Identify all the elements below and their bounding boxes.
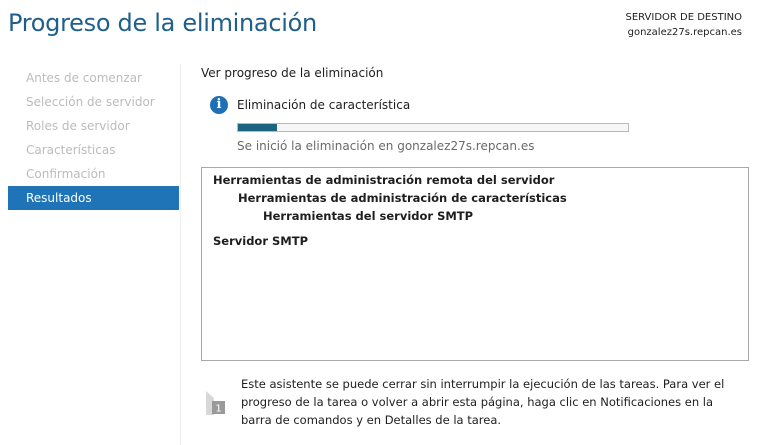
- nav-item-seleccion-de-servidor[interactable]: Selección de servidor: [8, 90, 179, 114]
- status-title: Eliminación de característica: [237, 98, 411, 112]
- destination-server-name: gonzalez27s.repcan.es: [627, 27, 742, 38]
- result-item: Herramientas del servidor SMTP: [263, 209, 474, 223]
- section-heading: Ver progreso de la eliminación: [201, 66, 384, 80]
- result-item: Herramientas de administración de caract…: [238, 191, 567, 205]
- wizard-nav: Antes de comenzar Selección de servidor …: [8, 66, 179, 210]
- nav-item-confirmacion[interactable]: Confirmación: [8, 162, 179, 186]
- nav-divider: [180, 64, 181, 445]
- nav-item-caracteristicas[interactable]: Características: [8, 138, 179, 162]
- nav-item-resultados[interactable]: Resultados: [8, 186, 179, 210]
- page-title: Progreso de la eliminación: [8, 9, 317, 37]
- info-note: Este asistente se puede cerrar sin inter…: [241, 377, 725, 427]
- result-item: Herramientas de administración remota de…: [213, 173, 555, 187]
- destination-server: SERVIDOR DE DESTINO gonzalez27s.repcan.e…: [625, 10, 742, 40]
- nav-item-antes-de-comenzar[interactable]: Antes de comenzar: [8, 66, 179, 90]
- destination-label: SERVIDOR DE DESTINO: [625, 12, 742, 23]
- notification-count: 1: [215, 404, 221, 415]
- results-list[interactable]: Herramientas de administración remota de…: [201, 167, 749, 361]
- result-item: Servidor SMTP: [213, 234, 308, 248]
- nav-item-roles-de-servidor[interactable]: Roles de servidor: [8, 114, 179, 138]
- status-text: Se inició la eliminación en gonzalez27s.…: [237, 139, 535, 153]
- progress-bar: [237, 123, 629, 132]
- progress-fill: [238, 124, 277, 131]
- notification-flag-icon: 1: [205, 389, 227, 415]
- info-icon: i: [210, 96, 228, 114]
